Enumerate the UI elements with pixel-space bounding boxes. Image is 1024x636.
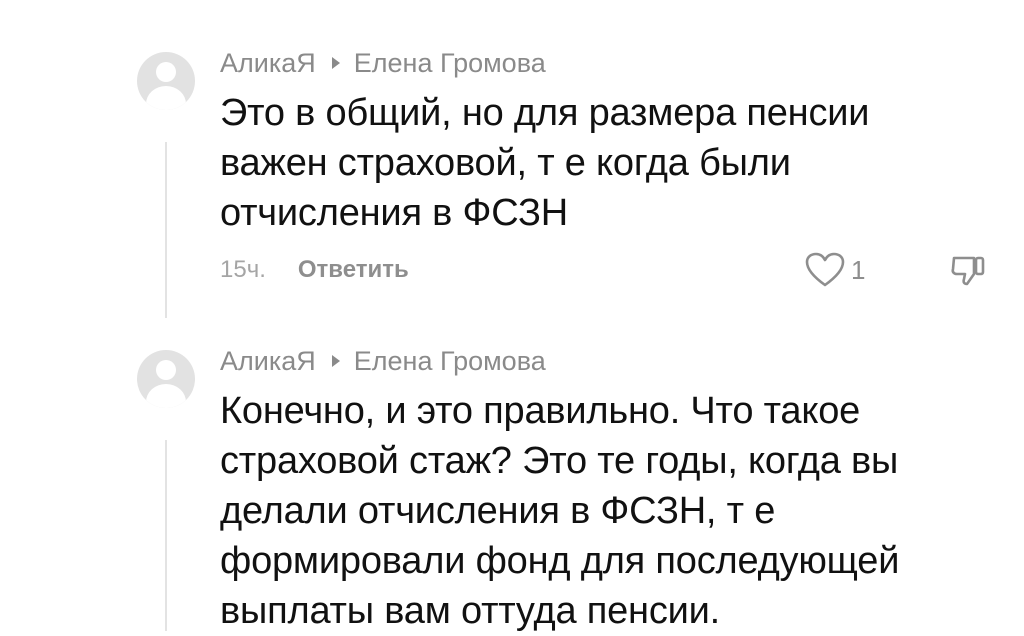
caret-right-icon (331, 355, 340, 367)
comment-header: АликаЯ Елена Громова (220, 345, 1010, 377)
comment-text-line: страховой стаж? Это те годы, когда вы (220, 440, 899, 482)
comment: АликаЯ Елена Громова Конечно, и это прав… (220, 345, 1010, 636)
comment-header: АликаЯ Елена Громова (220, 47, 1010, 79)
comment-text: Конечно, и это правильно. Что такое стра… (220, 386, 1010, 636)
comment-text-line: Это в общий, но для размера пенсии (220, 92, 870, 134)
like-count: 1 (851, 254, 866, 285)
comment-text-line: отчисления в ФСЗН (220, 192, 569, 234)
avatar-icon[interactable] (137, 52, 195, 110)
dislike-button[interactable] (948, 250, 988, 295)
reply-button[interactable]: Ответить (298, 256, 409, 284)
timestamp: 15ч. (220, 256, 266, 283)
thread-line (165, 440, 167, 631)
comment: АликаЯ Елена Громова Это в общий, но для… (220, 47, 1010, 238)
comment-text-line: Конечно, и это правильно. Что такое (220, 390, 861, 432)
thumbs-down-outline-icon (951, 256, 985, 286)
comment-actions: 15ч. Ответить 1 (220, 250, 1000, 290)
comment-text-line: выплаты вам оттуда пенсии. (220, 590, 721, 632)
author-name[interactable]: АликаЯ (220, 345, 316, 377)
reply-to-name[interactable]: Елена Громова (354, 47, 546, 79)
like-button[interactable]: 1 (805, 252, 865, 288)
reply-to-name[interactable]: Елена Громова (354, 345, 546, 377)
author-name[interactable]: АликаЯ (220, 47, 316, 79)
comment-text-line: важен страховой, т е когда были (220, 142, 791, 184)
comment-text-line: делали отчисления в ФСЗН, т е (220, 490, 776, 532)
avatar-icon[interactable] (137, 350, 195, 408)
heart-outline-icon (805, 252, 845, 287)
thread-line (165, 142, 167, 318)
comment-text: Это в общий, но для размера пенсии важен… (220, 88, 1010, 238)
caret-right-icon (331, 57, 340, 69)
comment-text-line: формировали фонд для последующей (220, 540, 900, 582)
